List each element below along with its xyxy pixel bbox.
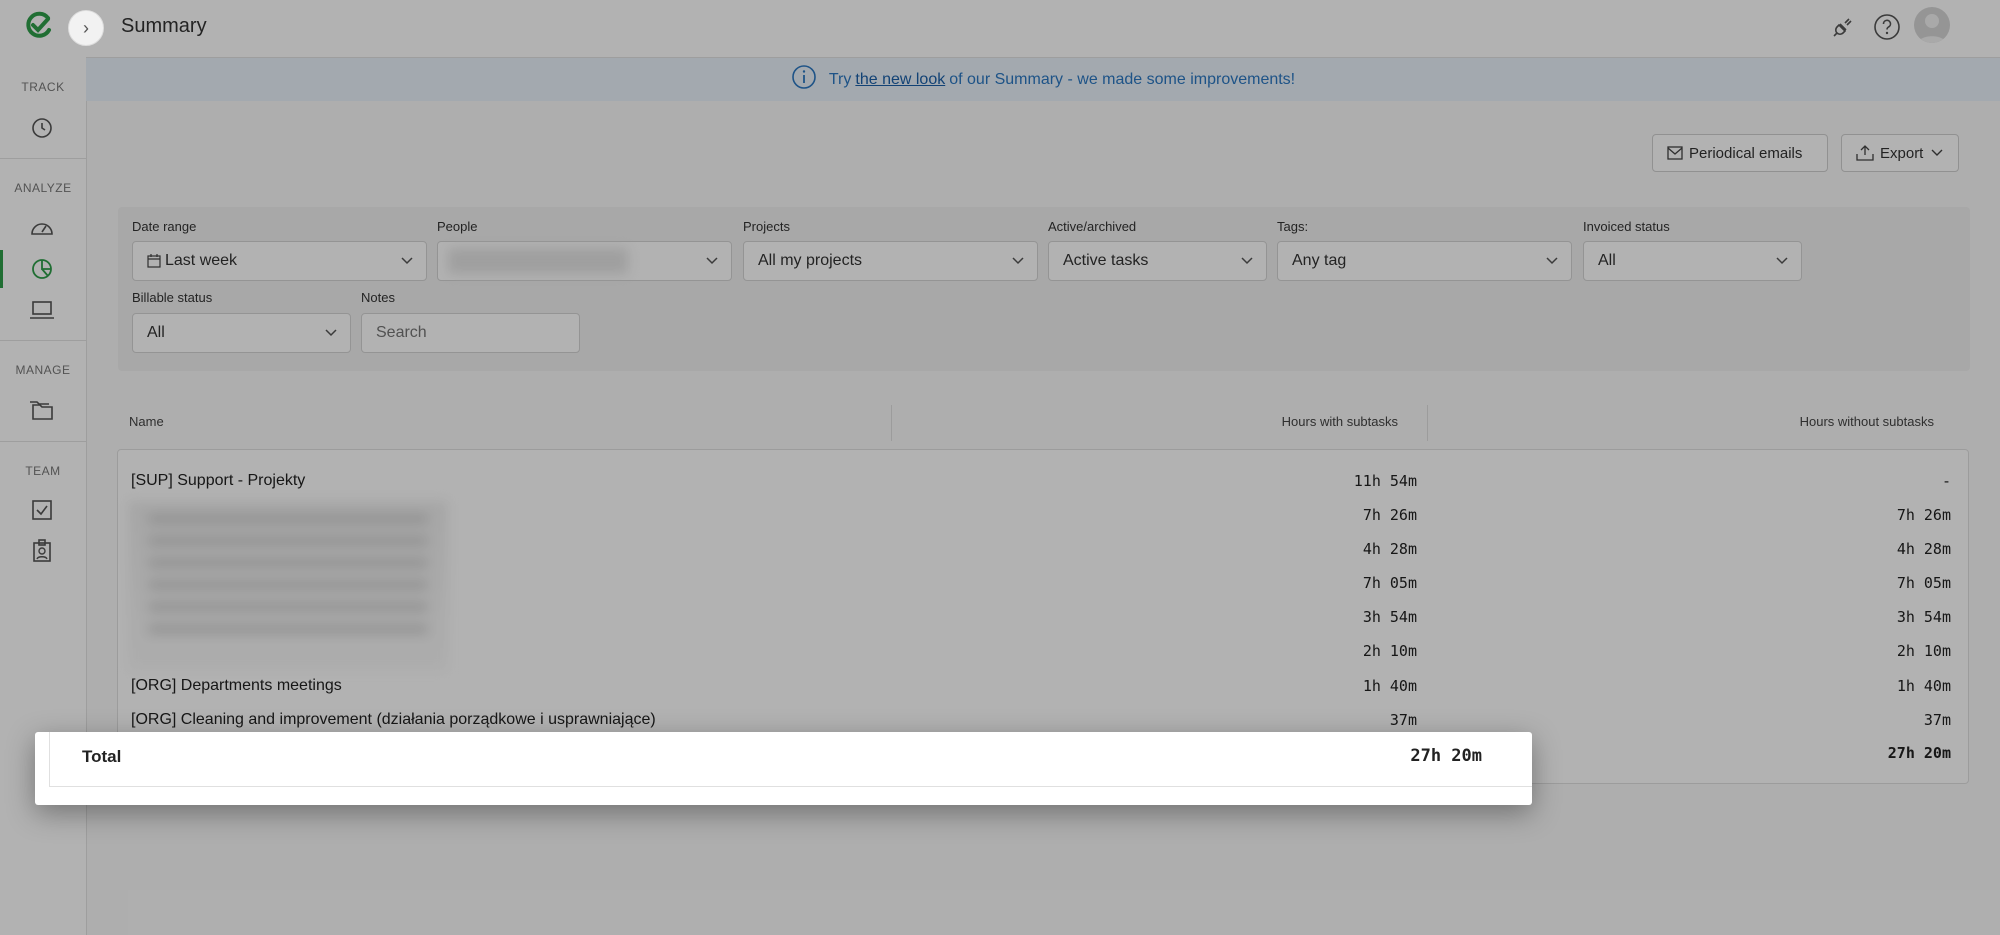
total-highlight-card: Total 27h 20m — [35, 732, 1532, 805]
chevron-right-icon: › — [83, 17, 89, 38]
sidebar-toggle-button[interactable]: › — [68, 10, 104, 46]
total-label: Total — [82, 747, 122, 766]
total-hours-with: 27h 20m — [1410, 746, 1482, 766]
